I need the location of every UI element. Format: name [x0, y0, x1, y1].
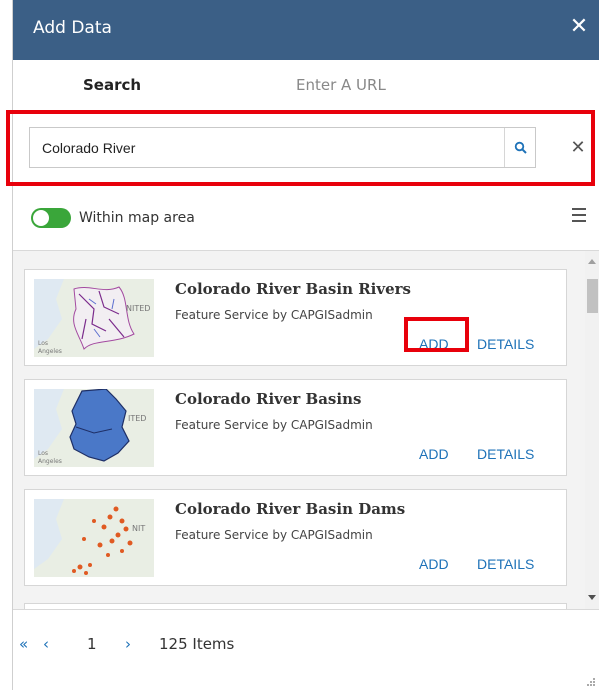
- item-count: 125 Items: [159, 635, 235, 653]
- result-thumbnail: NITED Los Angeles: [34, 279, 154, 357]
- search-highlight-box: [6, 110, 595, 186]
- details-button[interactable]: DETAILS: [477, 556, 534, 572]
- result-title[interactable]: Colorado River Basin Dams: [175, 500, 405, 518]
- results-list: NITED Los Angeles Colorado River Basin R…: [13, 250, 599, 610]
- add-button[interactable]: ADD: [419, 556, 449, 572]
- pagination: « ‹ 1 › 125 Items: [13, 635, 599, 665]
- svg-text:Angeles: Angeles: [38, 458, 62, 465]
- previous-page-icon[interactable]: ‹: [43, 635, 49, 653]
- details-button[interactable]: DETAILS: [477, 336, 534, 352]
- dialog-title: Add Data: [33, 18, 112, 38]
- titlebar: Add Data ✕: [13, 0, 599, 60]
- svg-text:Angeles: Angeles: [38, 348, 62, 355]
- result-title[interactable]: Colorado River Basin Rivers: [175, 280, 411, 298]
- add-data-panel: Add Data ✕ Search Enter A URL ✕ Within m…: [12, 0, 599, 690]
- result-meta: Feature Service by CAPGISadmin: [175, 528, 373, 542]
- result-thumbnail: NIT: [34, 499, 154, 577]
- within-map-area-label: Within map area: [79, 210, 195, 226]
- hamburger-menu-icon[interactable]: [572, 206, 586, 224]
- toggle-knob: [33, 210, 49, 226]
- result-card: NIT Colorado River Basin Dams Feature Se…: [24, 489, 567, 586]
- result-card-partial: [24, 603, 567, 609]
- details-button[interactable]: DETAILS: [477, 446, 534, 462]
- result-card: NITED Los Angeles Colorado River Basin R…: [24, 269, 567, 366]
- scroll-up-arrow-icon[interactable]: [588, 259, 596, 264]
- current-page-number: 1: [87, 635, 97, 653]
- result-thumbnail: ITED Los Angeles: [34, 389, 154, 467]
- result-meta: Feature Service by CAPGISadmin: [175, 418, 373, 432]
- results-scrollbar[interactable]: [585, 251, 599, 609]
- resize-grip-icon[interactable]: [587, 678, 595, 686]
- svg-text:NITED: NITED: [126, 304, 150, 313]
- tab-enter-url[interactable]: Enter A URL: [296, 76, 386, 94]
- svg-text:ITED: ITED: [128, 414, 146, 423]
- result-card: ITED Los Angeles Colorado River Basins F…: [24, 379, 567, 476]
- within-map-area-toggle[interactable]: [31, 208, 71, 228]
- add-button[interactable]: ADD: [419, 446, 449, 462]
- tab-search[interactable]: Search: [83, 76, 141, 94]
- background-strip: [0, 0, 12, 690]
- first-page-icon[interactable]: «: [19, 635, 28, 653]
- result-title[interactable]: Colorado River Basins: [175, 390, 361, 408]
- close-icon[interactable]: ✕: [566, 12, 592, 42]
- filter-row: Within map area: [13, 196, 599, 240]
- tab-bar: Search Enter A URL: [13, 60, 599, 110]
- svg-text:Los: Los: [38, 340, 48, 347]
- result-meta: Feature Service by CAPGISadmin: [175, 308, 373, 322]
- add-highlight-box: [404, 317, 469, 352]
- scroll-down-arrow-icon[interactable]: [588, 595, 596, 600]
- svg-text:Los: Los: [38, 450, 48, 457]
- svg-text:NIT: NIT: [132, 524, 145, 533]
- scrollbar-thumb[interactable]: [587, 279, 598, 313]
- next-page-icon[interactable]: ›: [125, 635, 131, 653]
